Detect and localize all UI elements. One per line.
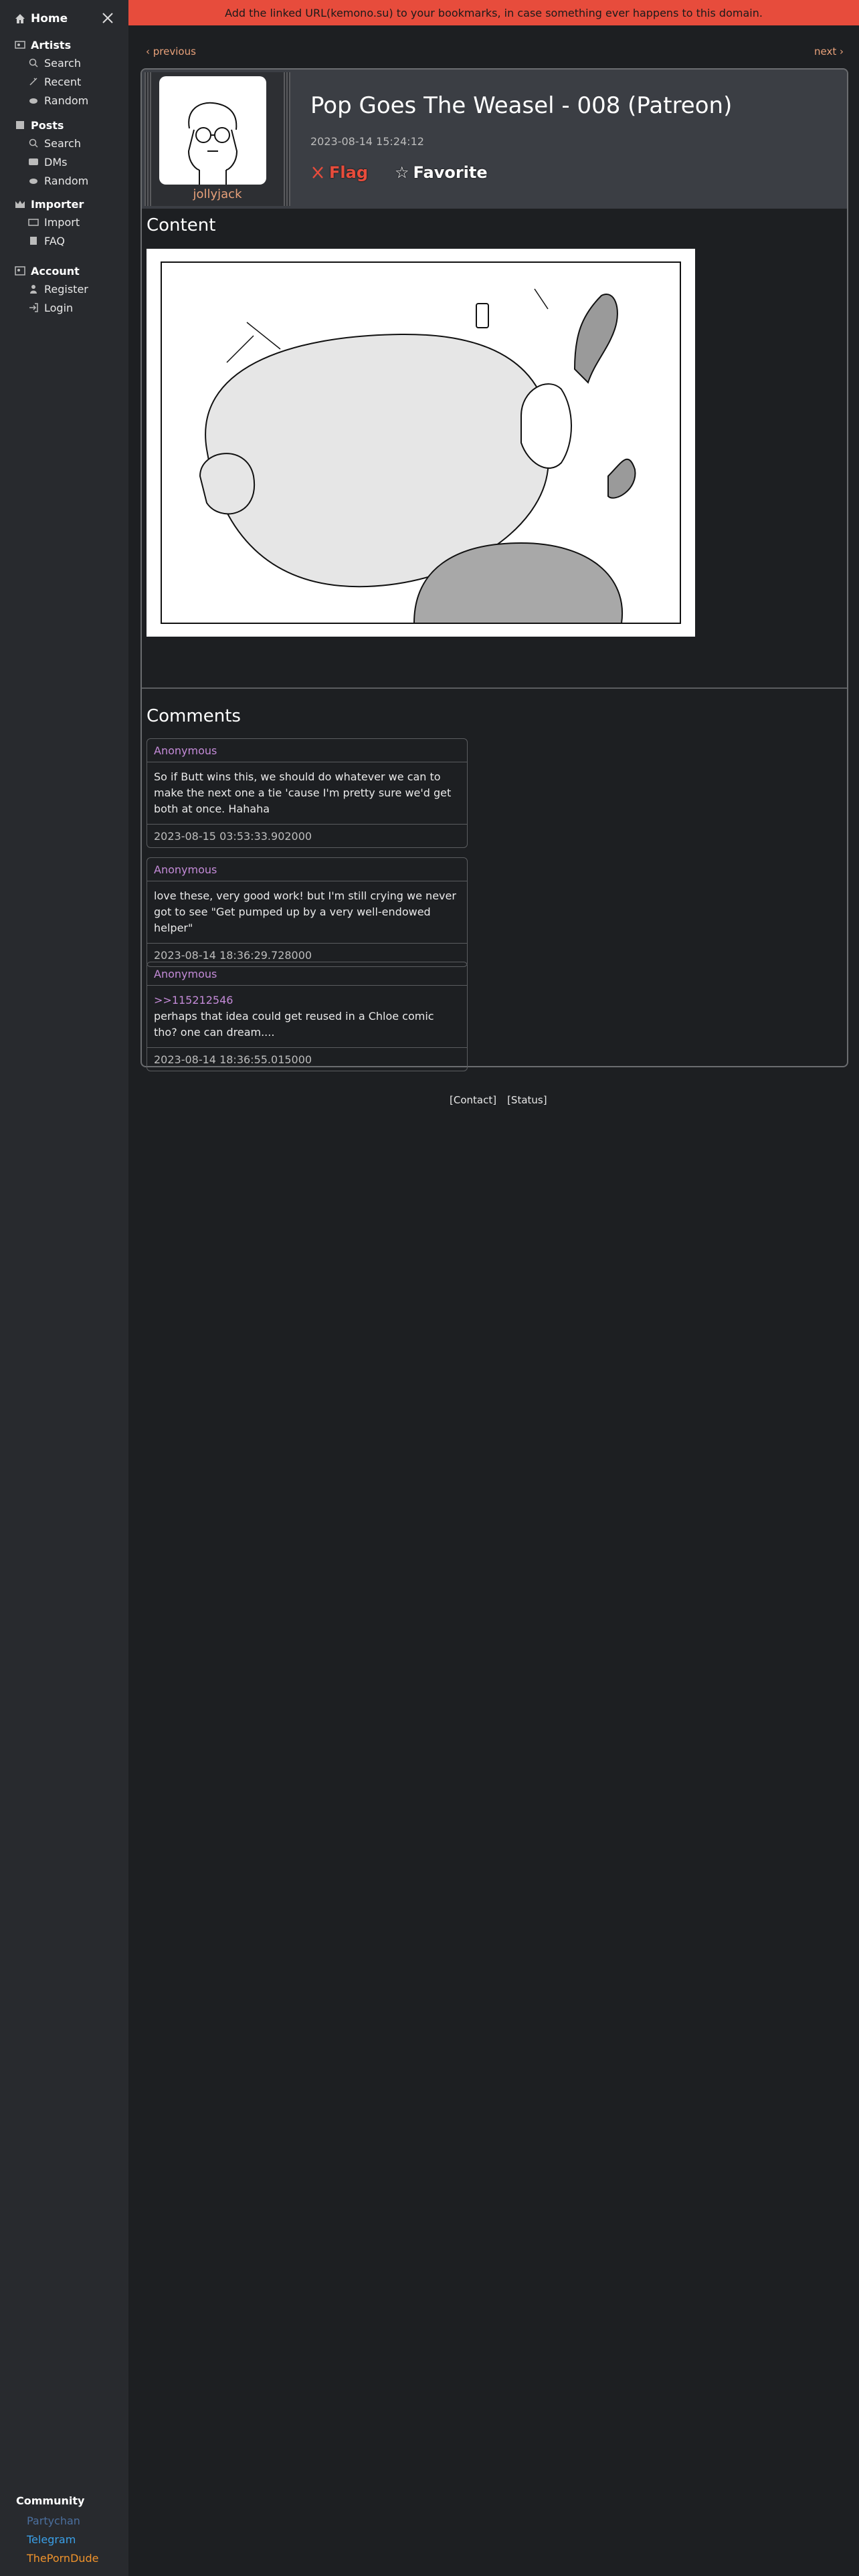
random-icon	[29, 98, 37, 104]
community-link-partychan[interactable]: Partychan	[16, 2511, 99, 2530]
sidebar-item-label: Recent	[44, 75, 82, 88]
next-link[interactable]: next ›	[814, 45, 844, 58]
sidebar-item-import[interactable]: Import	[15, 213, 84, 231]
sidebar-item-label: Random	[44, 94, 89, 107]
artist-avatar-frame[interactable]: jollyjack	[145, 72, 290, 206]
comment-timestamp: 2023-08-14 18:36:55.015000	[154, 1053, 312, 1066]
community-link-theporndude[interactable]: ThePornDude	[16, 2549, 99, 2567]
sidebar-item-posts-search[interactable]: Search	[15, 134, 88, 152]
sidebar-head-label: Posts	[31, 118, 64, 132]
sidebar-item-artists-random[interactable]: Random	[15, 91, 88, 110]
community-section: Community Partychan Telegram ThePornDude	[16, 2494, 99, 2567]
recent-icon	[29, 78, 37, 86]
post-image[interactable]	[147, 249, 695, 637]
sidebar: Home Artists Search Recent Random Posts …	[0, 0, 128, 2576]
random-icon	[29, 179, 37, 184]
favorite-label: Favorite	[413, 163, 488, 182]
sidebar-item-label: Search	[44, 136, 81, 150]
sidebar-home-label: Home	[31, 12, 68, 25]
flag-label: Flag	[329, 163, 368, 182]
contact-link[interactable]: [Contact]	[450, 1094, 496, 1106]
import-icon	[28, 219, 39, 226]
sidebar-item-artists-search[interactable]: Search	[15, 53, 88, 72]
sidebar-section-posts: Posts Search DMs Random	[15, 116, 88, 190]
comment-body: So if Butt wins this, we should do whate…	[147, 762, 467, 825]
sidebar-section-artists: Artists Search Recent Random	[15, 36, 88, 110]
sidebar-item-faq[interactable]: FAQ	[15, 231, 84, 250]
sidebar-head-label: Importer	[31, 197, 84, 211]
sidebar-head-label: Account	[31, 264, 80, 278]
sidebar-section-importer: Importer Import FAQ	[15, 195, 84, 250]
comment-item: Anonymous love these, very good work! bu…	[147, 857, 468, 967]
footer: [Contact] [Status]	[450, 1094, 547, 1106]
sidebar-item-posts-random[interactable]: Random	[15, 171, 88, 190]
comment-body: love these, very good work! but I'm stil…	[147, 881, 467, 944]
sidebar-item-login[interactable]: Login	[15, 298, 88, 317]
sidebar-item-artists-recent[interactable]: Recent	[15, 72, 88, 91]
favorite-button[interactable]: ☆ Favorite	[395, 163, 488, 182]
artist-name-link[interactable]: jollyjack	[145, 187, 290, 201]
search-icon	[29, 138, 38, 148]
close-icon[interactable]	[100, 11, 115, 25]
sidebar-item-posts-dms[interactable]: DMs	[15, 152, 88, 171]
flag-icon	[312, 167, 323, 179]
comment-author[interactable]: Anonymous	[147, 739, 467, 762]
sidebar-head-account[interactable]: Account	[15, 262, 88, 280]
comment-item: Anonymous So if Butt wins this, we shoul…	[147, 738, 468, 848]
sidebar-head-posts[interactable]: Posts	[15, 116, 88, 134]
community-title: Community	[16, 2494, 85, 2507]
content-title: Content	[147, 215, 216, 235]
avatar-drawing	[187, 102, 238, 185]
section-divider	[142, 687, 847, 689]
comment-author[interactable]: Anonymous	[147, 858, 467, 881]
sidebar-item-label: DMs	[44, 155, 68, 169]
previous-link[interactable]: ‹ previous	[146, 45, 196, 58]
account-icon	[15, 266, 25, 276]
community-link-telegram[interactable]: Telegram	[16, 2530, 99, 2549]
sidebar-head-importer[interactable]: Importer	[15, 195, 84, 213]
sidebar-item-label: FAQ	[44, 234, 65, 247]
importer-icon	[15, 201, 25, 208]
sidebar-item-label: Random	[44, 174, 89, 187]
faq-icon	[30, 237, 37, 245]
status-link[interactable]: [Status]	[507, 1094, 547, 1106]
post-date: 2023-08-14 15:24:12	[310, 135, 424, 148]
home-icon	[15, 14, 25, 23]
artists-icon	[15, 41, 25, 49]
login-icon	[29, 303, 38, 312]
sidebar-head-label: Artists	[31, 38, 72, 51]
comment-body-wrapper: >>115212546 perhaps that idea could get …	[147, 986, 467, 1048]
sidebar-item-register[interactable]: Register	[15, 280, 88, 298]
sidebar-section-account: Account Register Login	[15, 262, 88, 317]
sidebar-item-label: Import	[44, 215, 80, 229]
register-icon	[30, 285, 37, 294]
post-actions: Flag ☆ Favorite	[310, 163, 488, 182]
flag-button[interactable]: Flag	[310, 163, 368, 182]
comment-timestamp: 2023-08-15 03:53:33.902000	[154, 829, 312, 843]
comments-title: Comments	[147, 706, 241, 726]
bookmark-banner: Add the linked URL(kemono.su) to your bo…	[128, 0, 859, 25]
comment-reply-link[interactable]: >>115212546	[154, 992, 460, 1008]
dms-icon	[29, 158, 38, 165]
search-icon	[29, 58, 38, 68]
post-illustration	[147, 249, 695, 637]
comment-author[interactable]: Anonymous	[147, 962, 467, 986]
post-card: jollyjack Pop Goes The Weasel - 008 (Pat…	[140, 68, 848, 1071]
comment-body: perhaps that idea could get reused in a …	[154, 1010, 434, 1039]
posts-icon	[16, 121, 24, 129]
sidebar-item-label: Search	[44, 56, 81, 70]
sidebar-item-label: Login	[44, 301, 74, 314]
sidebar-home-link[interactable]: Home	[15, 12, 68, 25]
comment-item: Anonymous >>115212546 perhaps that idea …	[147, 962, 468, 1071]
post-header: jollyjack Pop Goes The Weasel - 008 (Pat…	[142, 70, 847, 209]
sidebar-head-artists[interactable]: Artists	[15, 36, 88, 53]
sidebar-item-label: Register	[44, 282, 88, 296]
star-icon: ☆	[395, 163, 409, 182]
avatar[interactable]	[159, 76, 266, 185]
post-title: Pop Goes The Weasel - 008 (Patreon)	[310, 92, 733, 119]
